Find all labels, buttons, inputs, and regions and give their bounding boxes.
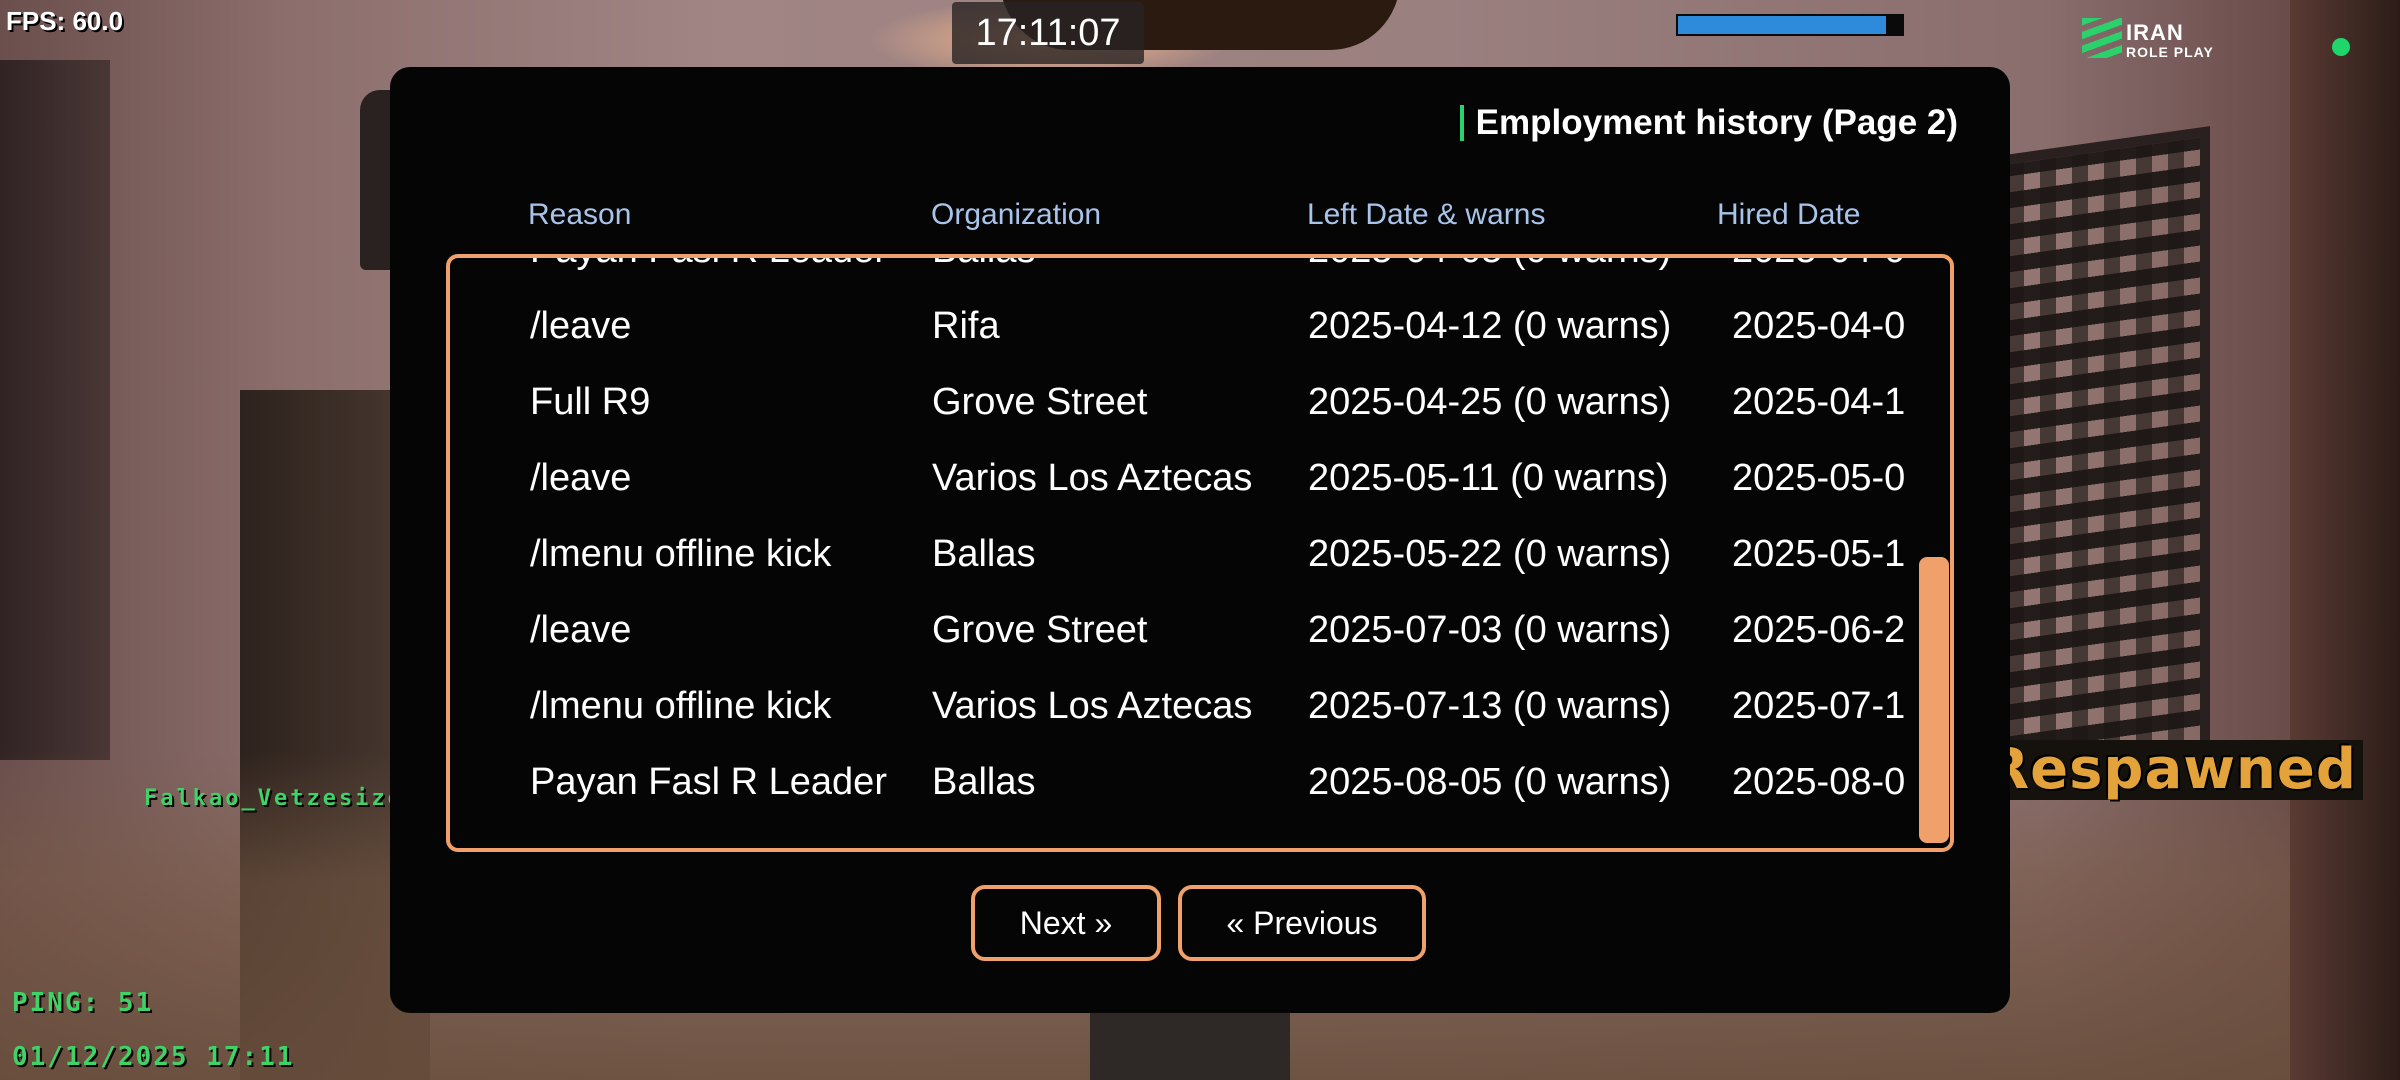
list-item[interactable]: Payan Fasl R Leader Ballas 2025-08-05 (0…: [450, 744, 1950, 820]
cell-hired-date: 2025-04-0: [1732, 258, 1916, 288]
dialog-title: Employment history (Page 2): [1459, 103, 1958, 143]
cell-hired-date: 2025-08-0: [1732, 761, 1906, 803]
cell-hired-date: 2025-07-1: [1732, 685, 1906, 727]
date-time-display: 01/12/2025 17:11: [12, 1042, 295, 1072]
column-header-hired-date: Hired Date: [1717, 198, 1861, 231]
cell-reason: Payan Fasl R Leader: [530, 761, 887, 803]
background-pillar: [2290, 0, 2400, 1080]
history-list[interactable]: Payan Fasl R Leader Ballas 2025-04-05 (0…: [446, 254, 1954, 852]
column-header-organization: Organization: [931, 198, 1102, 231]
cell-reason: /lmenu offline kick: [530, 685, 832, 727]
cell-hired-date: 2025-05-1: [1732, 533, 1906, 575]
list-scrollbar[interactable]: [1919, 557, 1949, 843]
cell-left-date: 2025-04-05 (0 warns): [1308, 258, 1728, 288]
cell-organization: Ballas: [932, 533, 1036, 575]
cell-left-date: 2025-04-12 (0 warns): [1308, 305, 1672, 347]
cell-left-date: 2025-05-22 (0 warns): [1308, 533, 1672, 575]
cell-left-date: 2025-07-03 (0 warns): [1308, 609, 1672, 651]
status-dot-icon: [2332, 38, 2350, 56]
previous-page-button[interactable]: « Previous: [1178, 885, 1426, 961]
cell-organization: Grove Street: [932, 381, 1148, 423]
cell-reason: /lmenu offline kick: [530, 533, 832, 575]
background-door: [0, 60, 110, 760]
cell-left-date: 2025-08-05 (0 warns): [1308, 761, 1672, 803]
cell-reason: /leave: [530, 457, 632, 499]
cell-organization: Rifa: [932, 305, 1000, 347]
column-header-left-date: Left Date & warns: [1307, 198, 1546, 231]
cell-organization: Ballas: [932, 258, 1292, 288]
cell-hired-date: 2025-05-0: [1732, 457, 1906, 499]
cell-hired-date: 2025-06-2: [1732, 609, 1906, 651]
logo-text-bottom: ROLE PLAY: [2126, 44, 2214, 60]
ping-display: PING: 51: [12, 988, 154, 1018]
logo-icon: [2082, 18, 2122, 58]
cell-organization: Varios Los Aztecas: [932, 457, 1253, 499]
column-header-reason: Reason: [528, 198, 632, 231]
list-item[interactable]: /lmenu offline kick Varios Los Aztecas 2…: [450, 668, 1950, 744]
cell-reason: /leave: [530, 305, 632, 347]
cell-reason: Payan Fasl R Leader: [530, 258, 930, 288]
health-bar-fill: [1678, 16, 1887, 34]
health-bar: [1676, 14, 1904, 36]
list-item[interactable]: /lmenu offline kick Ballas 2025-05-22 (0…: [450, 516, 1950, 592]
server-logo: IRAN ROLE PLAY: [2082, 14, 2222, 64]
list-item[interactable]: Full R9 Grove Street 2025-04-25 (0 warns…: [450, 364, 1950, 440]
cell-left-date: 2025-07-13 (0 warns): [1308, 685, 1672, 727]
fps-counter: FPS: 60.0: [6, 6, 124, 36]
cell-hired-date: 2025-04-1: [1732, 381, 1906, 423]
dialog-title-text: Employment history (Page 2): [1475, 103, 1958, 142]
cell-organization: Varios Los Aztecas: [932, 685, 1253, 727]
employment-history-dialog: Employment history (Page 2) Reason Organ…: [390, 67, 2010, 1013]
cell-organization: Grove Street: [932, 609, 1148, 651]
clock: 17:11:07: [952, 2, 1144, 64]
cell-left-date: 2025-04-25 (0 warns): [1308, 381, 1672, 423]
player-name-tag: Falkao_Vetzesize: [144, 786, 404, 811]
history-rows: Payan Fasl R Leader Ballas 2025-04-05 (0…: [450, 258, 1950, 820]
cell-reason: Full R9: [530, 381, 651, 423]
cell-hired-date: 2025-04-0: [1732, 305, 1906, 347]
cell-left-date: 2025-05-11 (0 warns): [1308, 457, 1669, 499]
next-page-button[interactable]: Next »: [971, 885, 1161, 961]
logo-text-top: IRAN: [2126, 20, 2184, 45]
list-item[interactable]: /leave Grove Street 2025-07-03 (0 warns)…: [450, 592, 1950, 668]
respawned-banner: Respawned: [1980, 740, 2363, 800]
cell-reason: /leave: [530, 609, 632, 651]
title-accent-bar: [1459, 105, 1464, 141]
list-item[interactable]: /leave Varios Los Aztecas 2025-05-11 (0 …: [450, 440, 1950, 516]
list-item[interactable]: /leave Rifa 2025-04-12 (0 warns) 2025-04…: [450, 288, 1950, 364]
cell-organization: Ballas: [932, 761, 1036, 803]
list-item[interactable]: Payan Fasl R Leader Ballas 2025-04-05 (0…: [450, 258, 1950, 288]
